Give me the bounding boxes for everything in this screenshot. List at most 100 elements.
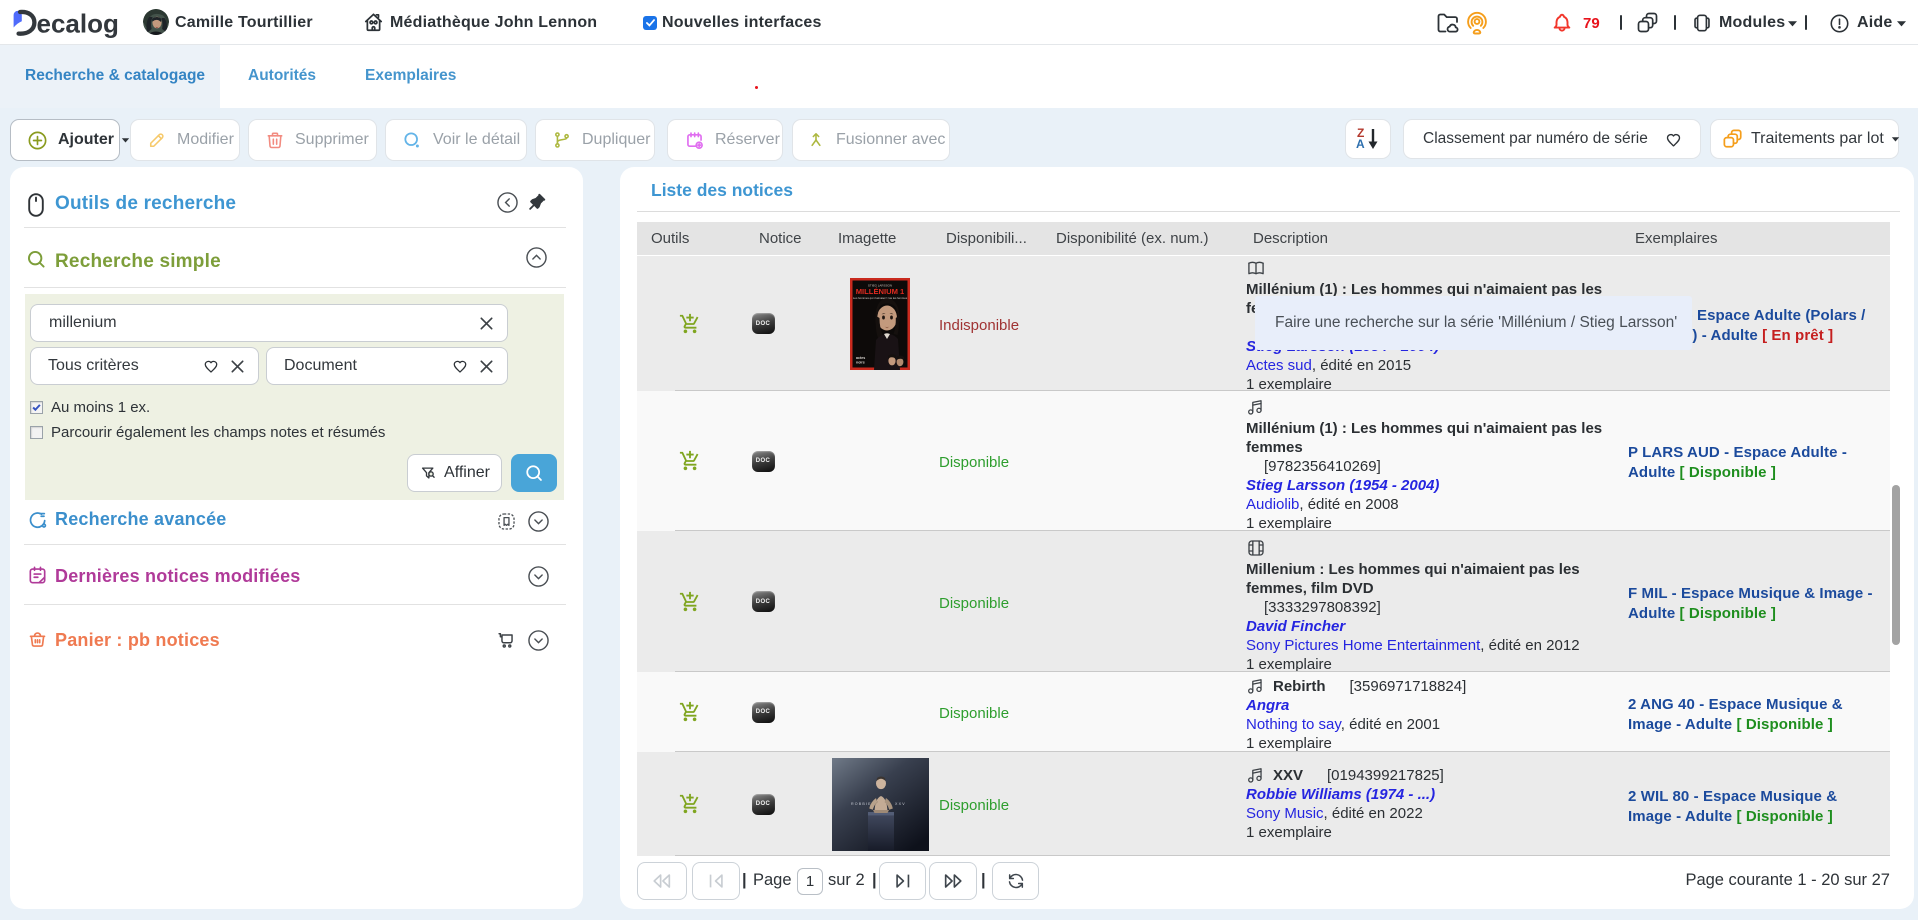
record-publisher-link[interactable]: Nothing to say [1246, 716, 1341, 733]
column-outils[interactable]: Outils [651, 230, 689, 247]
expand-section-button[interactable] [528, 630, 549, 651]
checkbox-unchecked-icon[interactable] [30, 426, 43, 439]
column-description[interactable]: Description [1253, 230, 1328, 247]
checkbox-checked-icon[interactable] [30, 401, 43, 414]
previous-page-button[interactable] [692, 862, 740, 900]
clear-icon[interactable] [478, 358, 495, 375]
decalog-logo[interactable]: ecalog [11, 6, 129, 40]
clear-icon[interactable] [478, 315, 495, 332]
column-disponibilite[interactable]: Disponibili... [946, 230, 1027, 247]
sort-select[interactable]: Classement par numéro de série [1403, 119, 1701, 159]
duplicate-button[interactable]: Dupliquer [535, 119, 655, 161]
heart-icon[interactable] [202, 357, 220, 375]
record-author-link[interactable]: David Fincher [1246, 617, 1618, 636]
expand-section-button[interactable] [528, 566, 549, 587]
view-detail-button[interactable]: Voir le détail [385, 119, 527, 161]
criteria-select[interactable]: Tous critères [30, 347, 259, 385]
record-author-link[interactable]: Robbie Williams (1974 - ...) [1246, 785, 1618, 804]
cart-icon[interactable] [496, 629, 517, 650]
doc-badge[interactable]: DOC [741, 752, 785, 856]
refresh-button[interactable] [992, 862, 1039, 900]
add-to-basket-icon[interactable] [668, 531, 712, 672]
column-notice[interactable]: Notice [759, 230, 802, 247]
advanced-search-title[interactable]: Recherche avancée [55, 509, 227, 530]
bookmark-box-icon[interactable] [496, 511, 517, 532]
record-publisher-link[interactable]: Sony Pictures Home Entertainment [1246, 637, 1480, 654]
clear-icon[interactable] [229, 358, 246, 375]
record-exemplaires[interactable]: 2 WIL 80 - Espace Musique &Image - Adult… [1628, 752, 1896, 827]
add-to-basket-icon[interactable] [668, 752, 712, 856]
last-page-button[interactable] [929, 862, 977, 900]
record-imagette[interactable]: STIEG LARSSONMILLÉNIUM 1Les hommes qui n… [818, 256, 942, 391]
doc-badge[interactable]: DOC [741, 672, 785, 752]
notification-count[interactable]: 79 [1583, 15, 1600, 32]
new-interfaces-checkbox[interactable] [643, 16, 657, 30]
record-exemplaires[interactable]: P LARS AUD - Espace Adulte -Adulte [ Dis… [1628, 391, 1896, 483]
batch-actions-button[interactable]: Traitements par lot [1710, 119, 1899, 159]
record-publisher-link[interactable]: Actes sud [1246, 357, 1312, 374]
search-notes-option[interactable]: Parcourir également les champs notes et … [30, 424, 385, 441]
next-page-button[interactable] [879, 862, 926, 900]
merge-button[interactable]: Fusionner avec [792, 119, 950, 161]
add-to-basket-icon[interactable] [668, 391, 712, 531]
column-disponibilite-num[interactable]: Disponibilité (ex. num.) [1056, 230, 1209, 247]
heart-icon[interactable] [1664, 130, 1683, 149]
record-row[interactable]: DOCDisponibleRebirth[3596971718824]Angra… [637, 672, 1890, 752]
millenium-book-cover[interactable]: STIEG LARSSONMILLÉNIUM 1Les hommes qui n… [850, 278, 910, 370]
search-submit-button[interactable] [511, 454, 557, 492]
edit-button[interactable]: Modifier [130, 119, 240, 161]
record-row[interactable]: DOCDisponibleMillenium : Les hommes qui … [637, 531, 1890, 672]
collapse-section-button[interactable] [526, 247, 547, 268]
column-imagette[interactable]: Imagette [838, 230, 896, 247]
sort-order-button[interactable]: Z A [1345, 119, 1391, 159]
record-publisher-link[interactable]: Sony Music [1246, 805, 1324, 822]
record-author-link[interactable]: Angra [1246, 696, 1618, 715]
record-row[interactable]: DOCDisponibleMillénium (1) : Les hommes … [637, 391, 1890, 531]
refine-button[interactable]: Affiner [407, 454, 502, 492]
add-button[interactable]: Ajouter [10, 119, 120, 161]
pin-icon[interactable] [526, 191, 547, 212]
record-author-link[interactable]: Stieg Larsson (1954 - 2004) [1246, 476, 1618, 495]
record-imagette[interactable]: ROBBIEXXV [818, 752, 942, 856]
modules-menu[interactable]: Modules [1719, 14, 1785, 32]
record-row[interactable]: DOCROBBIEXXVDisponibleXXV[0194399217825]… [637, 752, 1890, 856]
doctype-select[interactable]: Document [266, 347, 508, 385]
overlapping-squares-icon[interactable] [1637, 12, 1659, 34]
reserve-button[interactable]: Réserver [667, 119, 783, 161]
delete-button[interactable]: Supprimer [248, 119, 377, 161]
column-exemplaires[interactable]: Exemplaires [1635, 230, 1718, 247]
doc-badge[interactable]: DOC [741, 531, 785, 672]
doc-badge[interactable]: DOC [741, 391, 785, 531]
bell-icon[interactable] [1551, 12, 1573, 34]
library-name[interactable]: Médiathèque John Lennon [390, 14, 597, 32]
help-menu[interactable]: Aide [1857, 14, 1892, 32]
modules-icon[interactable] [1691, 12, 1713, 34]
heart-icon[interactable] [451, 357, 469, 375]
tab-recherche-catalogage[interactable]: Recherche & catalogage [25, 67, 205, 85]
record-exemplaires[interactable]: F MIL - Espace Musique & Image -Adulte [… [1628, 531, 1896, 624]
record-publisher-link[interactable]: Audiolib [1246, 496, 1299, 513]
folder-cloud-icon[interactable] [1436, 12, 1460, 34]
info-circle-icon[interactable] [1829, 13, 1850, 34]
add-to-basket-icon[interactable] [668, 256, 712, 391]
add-to-basket-icon[interactable] [668, 672, 712, 752]
expand-section-button[interactable] [528, 511, 549, 532]
page-number-input[interactable]: 1 [797, 868, 823, 895]
search-query-input[interactable]: millenium [30, 304, 508, 342]
collapse-panel-button[interactable] [497, 192, 518, 213]
tab-exemplaires[interactable]: Exemplaires [365, 67, 456, 85]
doc-badge[interactable]: DOC [741, 256, 785, 391]
min-copies-option[interactable]: Au moins 1 ex. [30, 399, 150, 416]
first-page-button[interactable] [637, 862, 687, 900]
recent-records-title[interactable]: Dernières notices modifiées [55, 566, 301, 587]
broadcast-person-icon[interactable] [1465, 11, 1489, 35]
user-name[interactable]: Camille Tourtillier [175, 14, 313, 32]
simple-search-title[interactable]: Recherche simple [55, 251, 221, 273]
new-interfaces-label[interactable]: Nouvelles interfaces [662, 14, 822, 32]
xxv-album-cover[interactable]: ROBBIEXXV [832, 758, 929, 851]
vertical-scrollbar[interactable] [1892, 485, 1900, 645]
tab-autorites[interactable]: Autorités [248, 67, 316, 85]
user-avatar[interactable] [143, 9, 169, 35]
record-exemplaires[interactable]: 2 ANG 40 - Espace Musique &Image - Adult… [1628, 672, 1896, 735]
basket-title[interactable]: Panier : pb notices [55, 630, 220, 651]
